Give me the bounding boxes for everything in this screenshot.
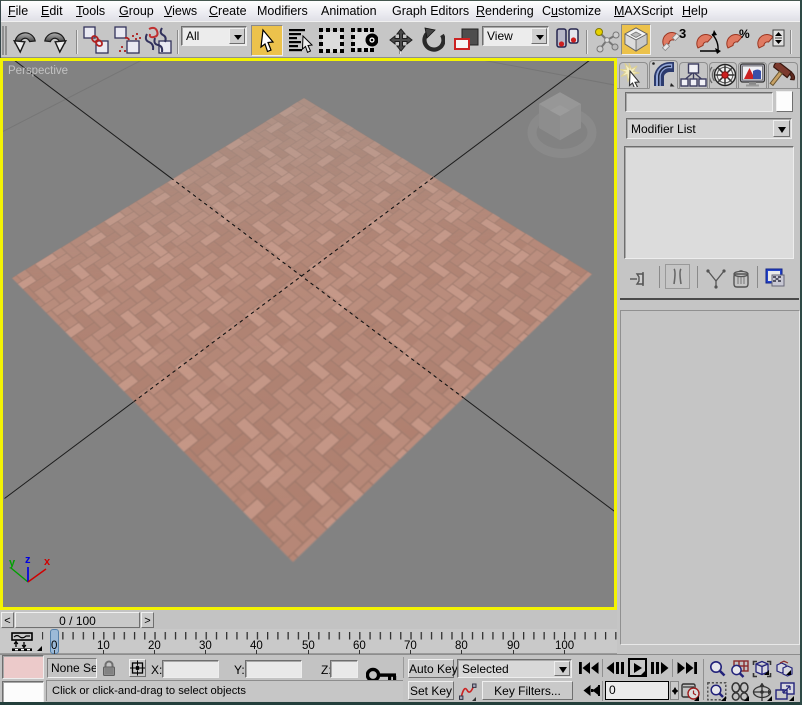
svg-text:%: % — [739, 27, 750, 41]
svg-text:x: x — [44, 556, 51, 568]
svg-text:y: y — [9, 557, 16, 569]
svg-text:z: z — [25, 554, 31, 566]
svg-text:3: 3 — [679, 26, 686, 41]
